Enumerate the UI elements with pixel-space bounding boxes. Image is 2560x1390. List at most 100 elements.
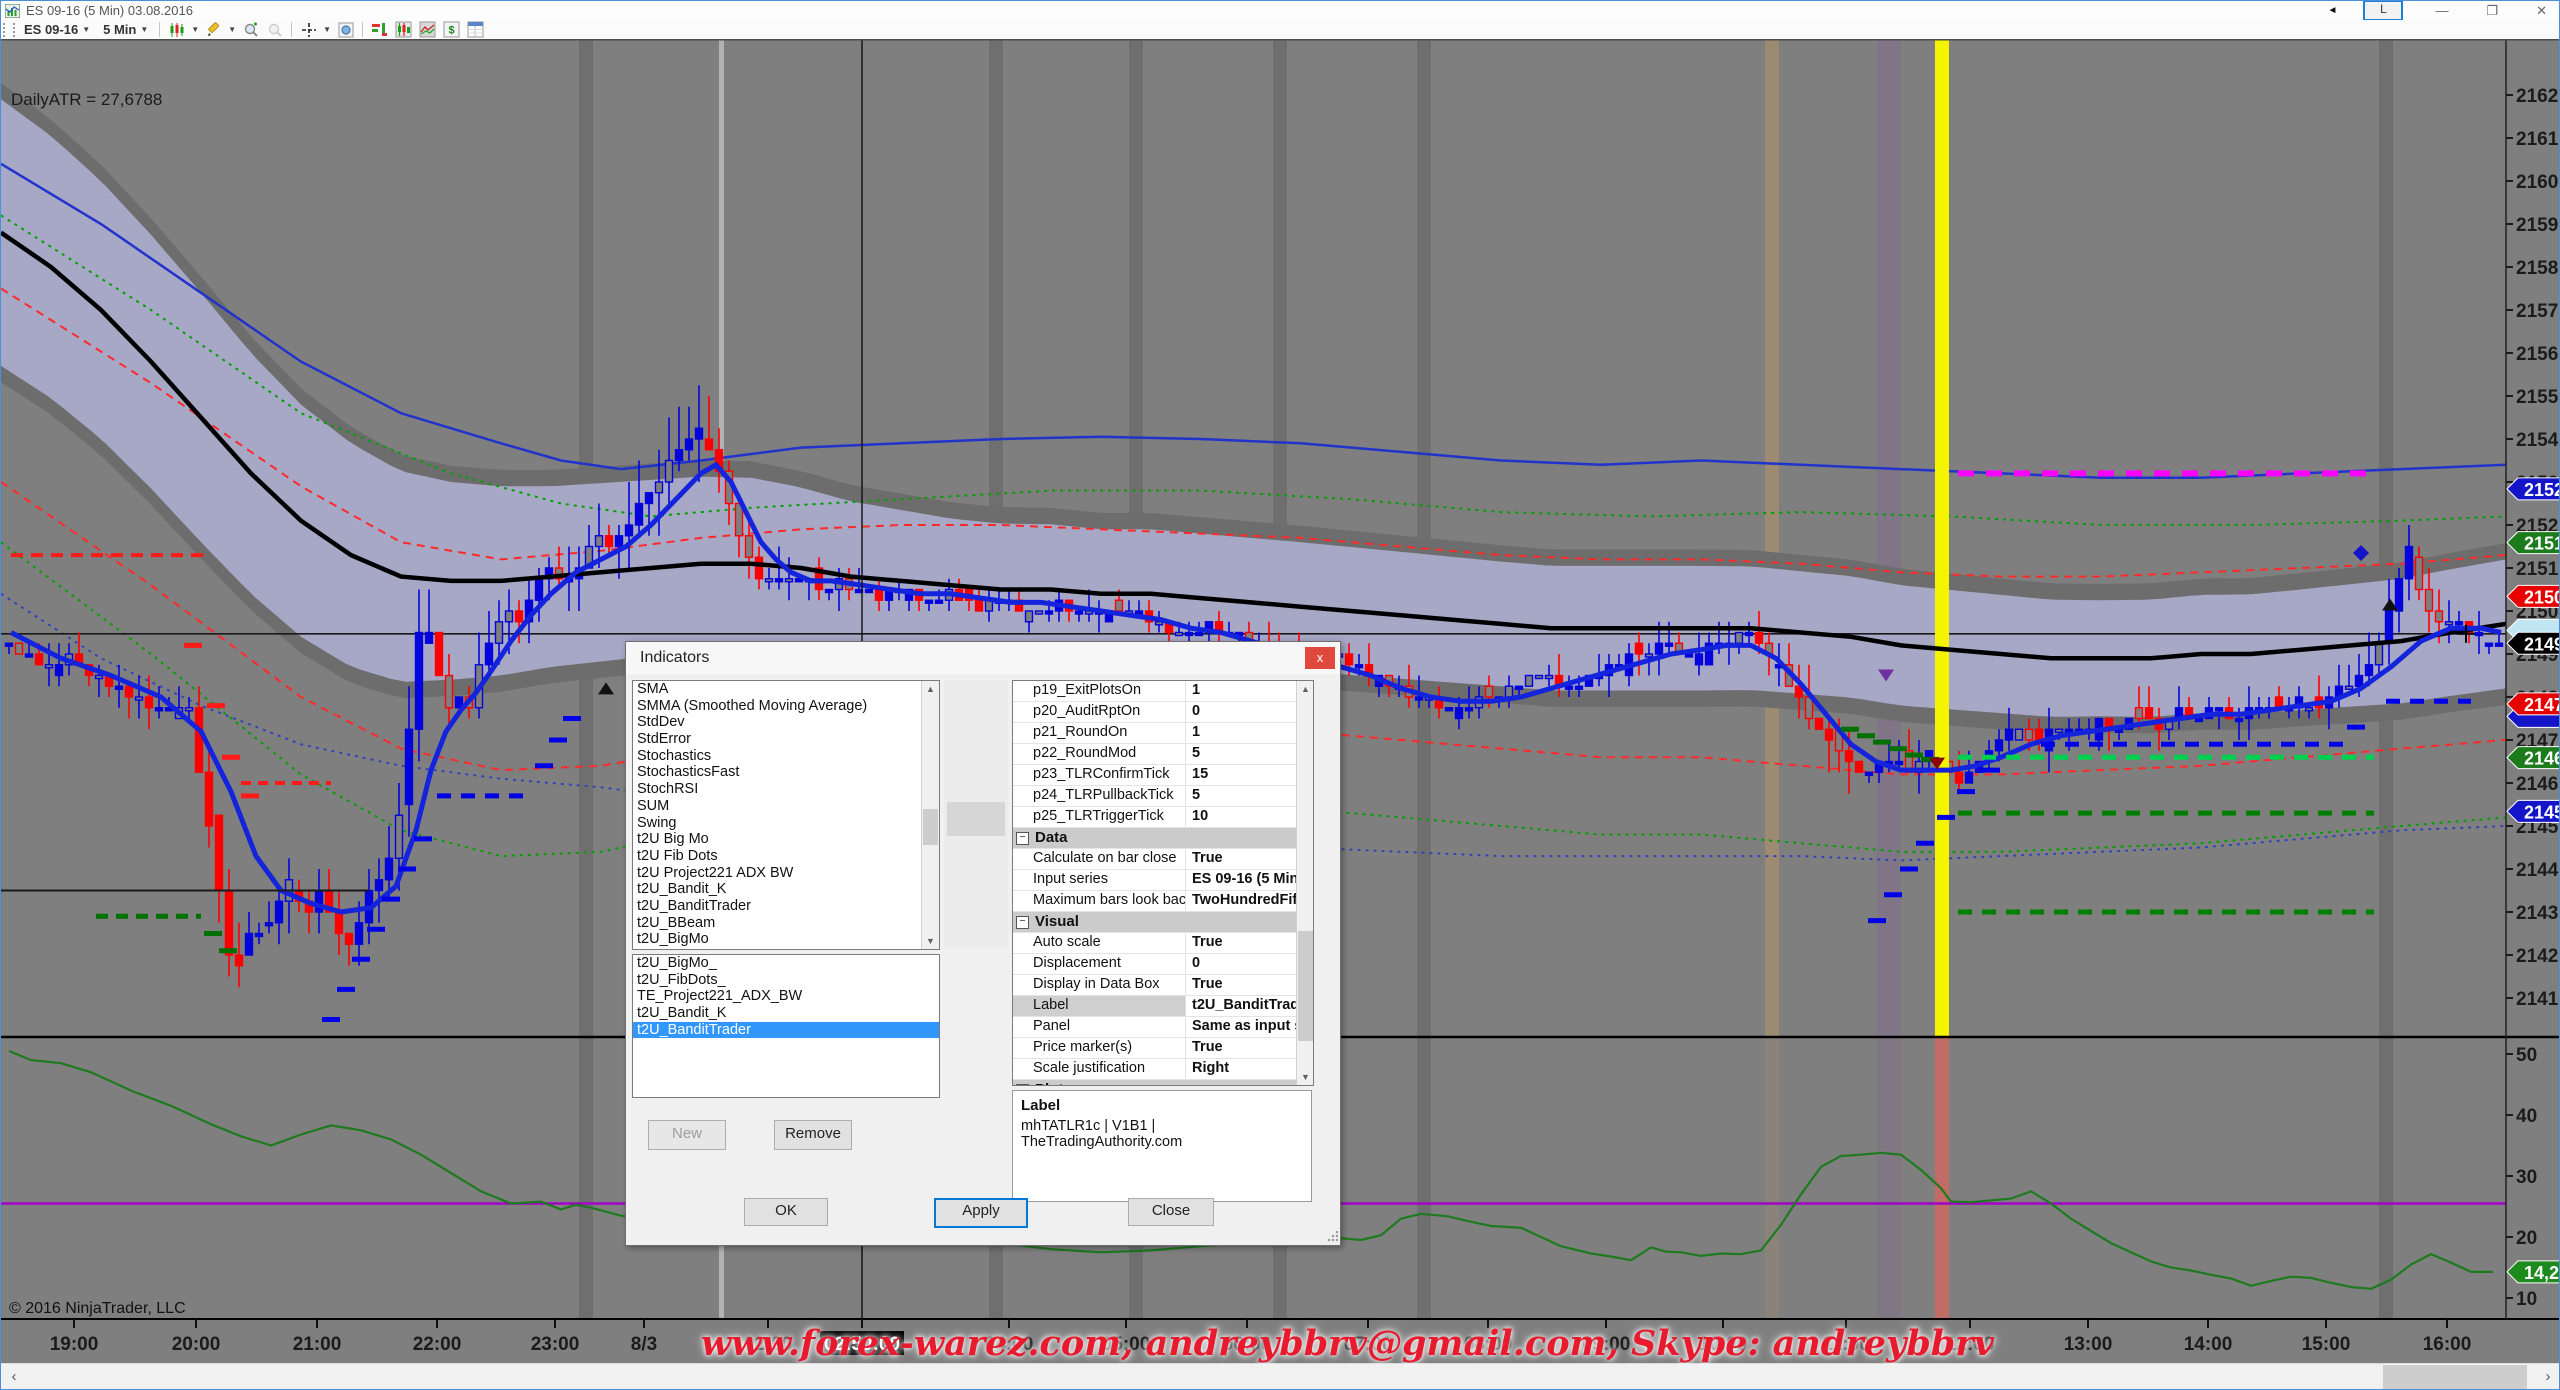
property-value[interactable]: True — [1186, 933, 1313, 953]
configured-indicator-item[interactable]: TE_Project221_ADX_BW — [633, 988, 939, 1005]
grid-property-row[interactable]: p24_TLRPullbackTick5 — [1013, 786, 1313, 807]
pencil-icon[interactable] — [204, 21, 223, 38]
property-value[interactable]: 0 — [1186, 954, 1313, 974]
close-dialog-button[interactable]: Close — [1128, 1198, 1214, 1226]
property-value[interactable]: Right — [1186, 1059, 1313, 1079]
instrument-dropdown[interactable]: ES 09-16▼ — [20, 22, 94, 37]
dollar-icon[interactable]: $ — [442, 21, 461, 38]
remove-button[interactable]: Remove — [774, 1120, 852, 1150]
property-value[interactable]: TwoHundredFiftySix — [1186, 891, 1313, 911]
toolbar-grip[interactable] — [3, 23, 15, 37]
configured-indicator-item[interactable]: t2U_BigMo_ — [633, 955, 939, 972]
collapse-icon[interactable]: − — [1016, 1084, 1029, 1086]
grid-scrollbar[interactable]: ▲ ▼ — [1296, 681, 1313, 1085]
new-button[interactable]: New — [648, 1120, 726, 1150]
property-value[interactable]: ES 09-16 (5 Min) — [1186, 870, 1313, 890]
grid-category-row[interactable]: −Visual — [1013, 912, 1313, 933]
indicator-list-item[interactable]: StochRSI — [633, 781, 939, 798]
restore-button[interactable]: ❐ — [2480, 2, 2504, 19]
property-value[interactable]: 1 — [1186, 723, 1313, 743]
grid-property-row[interactable]: p23_TLRConfirmTick15 — [1013, 765, 1313, 786]
property-value[interactable]: True — [1186, 1038, 1313, 1058]
grid-property-row[interactable]: p21_RoundOn1 — [1013, 723, 1313, 744]
property-grid[interactable]: p19_ExitPlotsOn1p20_AuditRptOn0p21_Round… — [1012, 680, 1314, 1086]
zoom-window-icon[interactable] — [336, 21, 355, 38]
scroll-up-arrow-icon[interactable]: ▲ — [1297, 681, 1314, 697]
property-value[interactable]: True — [1186, 849, 1313, 869]
collapse-icon[interactable]: − — [1016, 916, 1029, 929]
property-value[interactable]: 5 — [1186, 744, 1313, 764]
resize-grip[interactable] — [1326, 1231, 1338, 1243]
crosshair-icon[interactable] — [299, 21, 318, 38]
horizontal-scrollbar[interactable]: ‹ › — [1, 1363, 2560, 1390]
indicator-list-item[interactable]: t2U_BigMo — [633, 931, 939, 948]
grid-property-row[interactable]: p25_TLRTriggerTick10 — [1013, 807, 1313, 828]
grid-property-row[interactable]: p22_RoundMod5 — [1013, 744, 1313, 765]
indicator-list-item[interactable]: StdDev — [633, 714, 939, 731]
grid-category-row[interactable]: −Data — [1013, 828, 1313, 849]
zoom-in-icon[interactable] — [241, 21, 260, 38]
grid-property-row[interactable]: Price marker(s)True — [1013, 1038, 1313, 1059]
zoom-out-icon[interactable] — [265, 21, 284, 38]
grid-property-row[interactable]: p19_ExitPlotsOn1 — [1013, 681, 1313, 702]
indicator-icon[interactable] — [370, 21, 389, 38]
property-value[interactable]: 5 — [1186, 786, 1313, 806]
grid-property-row[interactable]: Scale justificationRight — [1013, 1059, 1313, 1080]
grid-property-row[interactable]: Calculate on bar closeTrue — [1013, 849, 1313, 870]
property-value[interactable]: 1 — [1186, 681, 1313, 701]
scroll-down-arrow-icon[interactable]: ▼ — [1297, 1069, 1314, 1085]
scroll-left-arrow-icon[interactable]: ‹ — [1, 1364, 27, 1390]
grid-property-row[interactable]: p20_AuditRptOn0 — [1013, 702, 1313, 723]
indicator-list-item[interactable]: Swing — [633, 815, 939, 832]
scroll-right-arrow-icon[interactable]: › — [2535, 1364, 2560, 1390]
interval-dropdown[interactable]: 5 Min▼ — [99, 22, 152, 37]
property-value[interactable]: True — [1186, 975, 1313, 995]
indicator-list-item[interactable]: SUM — [633, 798, 939, 815]
property-value[interactable]: 10 — [1186, 807, 1313, 827]
scroll-down-arrow-icon[interactable]: ▼ — [922, 933, 939, 949]
dialog-close-button[interactable]: x — [1305, 647, 1335, 669]
data-box-icon[interactable] — [466, 21, 485, 38]
configured-indicator-item[interactable]: t2U_Bandit_K — [633, 1005, 939, 1022]
scrollbar-thumb[interactable] — [2383, 1365, 2527, 1390]
splitter-grip[interactable] — [947, 802, 1005, 836]
configured-indicators-list[interactable]: t2U_BigMo_t2U_FibDots_TE_Project221_ADX_… — [632, 954, 940, 1098]
indicator-list-item[interactable]: StochasticsFast — [633, 764, 939, 781]
grid-property-row[interactable]: Maximum bars look backTwoHundredFiftySix — [1013, 891, 1313, 912]
property-value[interactable]: 15 — [1186, 765, 1313, 785]
grid-property-row[interactable]: Labelt2U_BanditTrader — [1013, 996, 1313, 1017]
indicator-list-item[interactable]: t2U_BBeam — [633, 915, 939, 932]
indicator-list-item[interactable]: t2U Fib Dots — [633, 848, 939, 865]
chart-trader-icon[interactable] — [394, 21, 413, 38]
indicator-list-item[interactable]: StdError — [633, 731, 939, 748]
indicator-list-item[interactable]: t2U Big Mo — [633, 831, 939, 848]
grid-property-row[interactable]: Display in Data BoxTrue — [1013, 975, 1313, 996]
grid-category-row[interactable]: −Plots — [1013, 1080, 1313, 1086]
indicator-list-item[interactable]: t2U_Bandit_K — [633, 881, 939, 898]
indicator-list-item[interactable]: SMMA (Smoothed Moving Average) — [633, 698, 939, 715]
scroll-up-arrow-icon[interactable]: ▲ — [922, 681, 939, 697]
indicator-list-item[interactable]: Stochastics — [633, 748, 939, 765]
grid-property-row[interactable]: Auto scaleTrue — [1013, 933, 1313, 954]
grid-property-row[interactable]: Displacement0 — [1013, 954, 1313, 975]
configured-indicator-item[interactable]: t2U_BanditTrader — [633, 1022, 939, 1039]
chart-style-icon[interactable] — [167, 21, 186, 38]
available-indicators-list[interactable]: SMASMMA (Smoothed Moving Average)StdDevS… — [632, 680, 940, 950]
collapse-icon[interactable]: − — [1016, 832, 1029, 845]
grid-property-row[interactable]: Input seriesES 09-16 (5 Min) — [1013, 870, 1313, 891]
indicator-list-item[interactable]: t2U_BanditTrader — [633, 898, 939, 915]
link-button[interactable]: L — [2363, 0, 2403, 21]
mini-chart-icon[interactable] — [418, 21, 437, 38]
chevron-down-icon[interactable]: ▼ — [191, 25, 199, 34]
dialog-titlebar[interactable]: Indicators x — [626, 642, 1340, 674]
indicator-list-item[interactable]: t2U Project221 ADX BW — [633, 865, 939, 882]
apply-button[interactable]: Apply — [934, 1198, 1028, 1228]
minimize-button[interactable]: ― — [2429, 2, 2454, 19]
chevron-down-icon[interactable]: ▼ — [228, 25, 236, 34]
scrollbar-thumb[interactable] — [1298, 931, 1313, 1041]
grid-property-row[interactable]: PanelSame as input series — [1013, 1017, 1313, 1038]
list-scrollbar[interactable]: ▲ ▼ — [921, 681, 939, 949]
ok-button[interactable]: OK — [744, 1198, 828, 1226]
indicator-list-item[interactable]: SMA — [633, 681, 939, 698]
configured-indicator-item[interactable]: t2U_FibDots_ — [633, 972, 939, 989]
